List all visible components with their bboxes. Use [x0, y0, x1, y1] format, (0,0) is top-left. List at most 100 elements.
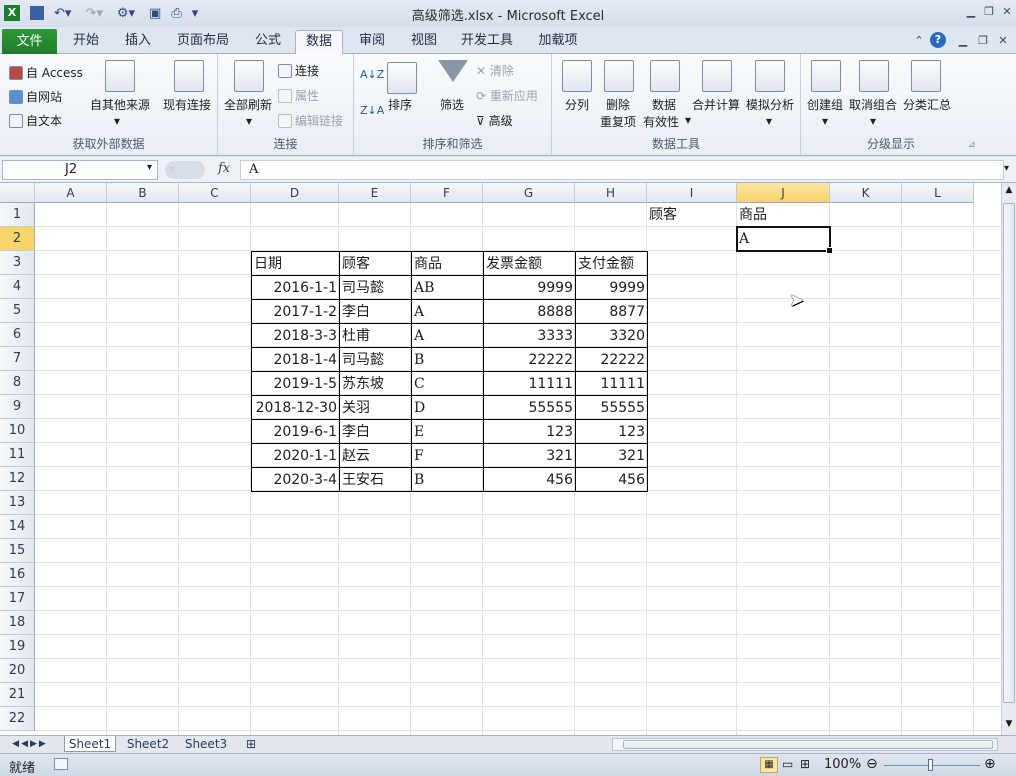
restore-icon[interactable]: ❐ — [980, 4, 998, 20]
table-cell[interactable]: 123 — [483, 419, 575, 443]
row-header-19[interactable]: 19 — [0, 635, 35, 659]
row-header-17[interactable]: 17 — [0, 587, 35, 611]
normal-view-icon[interactable]: ▦ — [760, 757, 778, 773]
page-break-view-icon[interactable]: ⊞ — [800, 757, 810, 771]
table-cell[interactable]: 22222 — [575, 347, 647, 371]
scroll-down-icon[interactable]: ▼ — [1003, 719, 1015, 731]
column-header-a[interactable]: A — [35, 183, 107, 203]
consolidate-button[interactable]: 合并计算 — [692, 96, 740, 113]
row-header-15[interactable]: 15 — [0, 539, 35, 563]
column-header-g[interactable]: G — [483, 183, 575, 203]
row-header-2[interactable]: 2 — [0, 227, 35, 251]
row-header-22[interactable]: 22 — [0, 707, 35, 731]
criteria-header-customer[interactable]: 顾客 — [647, 203, 737, 227]
row-header-21[interactable]: 21 — [0, 683, 35, 707]
name-box[interactable]: J2 — [2, 160, 158, 180]
remove-duplicates-button[interactable]: 删除 — [606, 96, 630, 113]
row-header-7[interactable]: 7 — [0, 347, 35, 371]
worksheet-grid[interactable]: A B C D E F G H I J K L 1 2 3 4 5 6 7 8 9 10 11 12 13 14 15 16 17 18 1… — [0, 183, 1001, 735]
tab-review[interactable]: 审阅 — [350, 30, 394, 54]
table-cell[interactable]: B — [411, 467, 483, 491]
sort-button[interactable]: 排序 — [388, 96, 412, 113]
row-header-1[interactable]: 1 — [0, 203, 35, 227]
zoom-slider-thumb[interactable] — [928, 759, 933, 771]
table-cell[interactable]: 123 — [575, 419, 647, 443]
column-header-f[interactable]: F — [411, 183, 483, 203]
wb-minimize-icon[interactable]: ▁ — [954, 33, 972, 49]
column-header-e[interactable]: E — [339, 183, 411, 203]
row-header-3[interactable]: 3 — [0, 251, 35, 275]
data-validation-button[interactable]: 数据 — [652, 96, 676, 113]
sheet-tab-3[interactable]: Sheet3 — [180, 736, 232, 752]
table-cell[interactable]: 321 — [483, 443, 575, 467]
ungroup-button[interactable]: 取消组合 — [849, 96, 897, 113]
table-cell[interactable]: 2018-1-4 — [251, 347, 339, 371]
tab-data[interactable]: 数据 — [295, 30, 343, 55]
tab-view[interactable]: 视图 — [402, 30, 446, 54]
column-header-k[interactable]: K — [830, 183, 902, 203]
table-header-cell[interactable]: 日期 — [251, 251, 339, 275]
row-header-16[interactable]: 16 — [0, 563, 35, 587]
macro-record-icon[interactable] — [54, 758, 68, 770]
expand-formula-icon[interactable]: ▾ — [1004, 163, 1009, 174]
connections-button[interactable]: 连接 — [278, 62, 319, 79]
row-header-18[interactable]: 18 — [0, 611, 35, 635]
row-header-12[interactable]: 12 — [0, 467, 35, 491]
table-cell[interactable]: 2018-3-3 — [251, 323, 339, 347]
tab-insert[interactable]: 插入 — [116, 30, 160, 54]
table-cell[interactable]: 456 — [483, 467, 575, 491]
table-cell[interactable]: 李白 — [339, 419, 411, 443]
text-to-columns-button[interactable]: 分列 — [565, 96, 589, 113]
row-header-13[interactable]: 13 — [0, 491, 35, 515]
sheet-nav-icon[interactable]: ◀◀▶▶ — [4, 736, 56, 752]
table-cell[interactable]: 3333 — [483, 323, 575, 347]
zoom-level[interactable]: 100% — [824, 757, 861, 772]
table-cell[interactable]: 8877 — [575, 299, 647, 323]
subtotal-button[interactable]: 分类汇总 — [903, 96, 951, 113]
tab-page-layout[interactable]: 页面布局 — [170, 30, 236, 54]
collapse-ribbon-icon[interactable]: ⌃ — [910, 33, 928, 49]
column-header-l[interactable]: L — [902, 183, 974, 203]
column-header-h[interactable]: H — [575, 183, 647, 203]
row-header-10[interactable]: 10 — [0, 419, 35, 443]
criteria-header-product[interactable]: 商品 — [737, 203, 830, 227]
sort-asc-icon[interactable]: A↓Z — [360, 68, 384, 81]
table-cell[interactable]: 2019-1-5 — [251, 371, 339, 395]
zoom-in-icon[interactable]: ⊕ — [984, 756, 996, 772]
select-all-corner[interactable] — [0, 183, 35, 203]
column-header-c[interactable]: C — [179, 183, 251, 203]
table-cell[interactable]: 2020-1-1 — [251, 443, 339, 467]
column-header-i[interactable]: I — [647, 183, 737, 203]
formula-input[interactable]: A — [240, 160, 1004, 180]
table-cell[interactable]: 2019-6-1 — [251, 419, 339, 443]
table-header-cell[interactable]: 支付金额 — [575, 251, 647, 275]
wb-close-icon[interactable]: ✕ — [994, 33, 1012, 49]
tab-file[interactable]: 文件 — [2, 29, 57, 54]
tab-developer[interactable]: 开发工具 — [454, 30, 520, 54]
row-header-11[interactable]: 11 — [0, 443, 35, 467]
dialog-launcher-icon[interactable]: ⊿ — [968, 140, 976, 150]
row-header-6[interactable]: 6 — [0, 323, 35, 347]
insert-function-icon[interactable]: fx — [218, 161, 230, 176]
row-header-4[interactable]: 4 — [0, 275, 35, 299]
table-cell[interactable]: 赵云 — [339, 443, 411, 467]
table-cell[interactable]: 321 — [575, 443, 647, 467]
from-access-button[interactable]: 自 Access — [9, 64, 83, 81]
filter-button[interactable]: 筛选 — [440, 96, 464, 113]
table-cell[interactable]: 11111 — [575, 371, 647, 395]
table-cell[interactable]: 8888 — [483, 299, 575, 323]
table-cell[interactable]: 55555 — [575, 395, 647, 419]
tab-addins[interactable]: 加载项 — [530, 30, 586, 54]
help-icon[interactable]: ? — [930, 32, 946, 48]
table-cell[interactable]: 9999 — [483, 275, 575, 299]
table-cell[interactable]: 456 — [575, 467, 647, 491]
group-button[interactable]: 创建组 — [807, 96, 843, 113]
table-cell[interactable]: AB — [411, 275, 483, 299]
insert-sheet-icon[interactable]: ⊞ — [240, 736, 262, 752]
advanced-filter-button[interactable]: ⊽ 高级 — [476, 112, 513, 129]
row-header-20[interactable]: 20 — [0, 659, 35, 683]
from-web-button[interactable]: 自网站 — [9, 88, 62, 105]
table-cell[interactable]: 22222 — [483, 347, 575, 371]
table-header-cell[interactable]: 发票金额 — [483, 251, 575, 275]
table-cell[interactable]: 3320 — [575, 323, 647, 347]
